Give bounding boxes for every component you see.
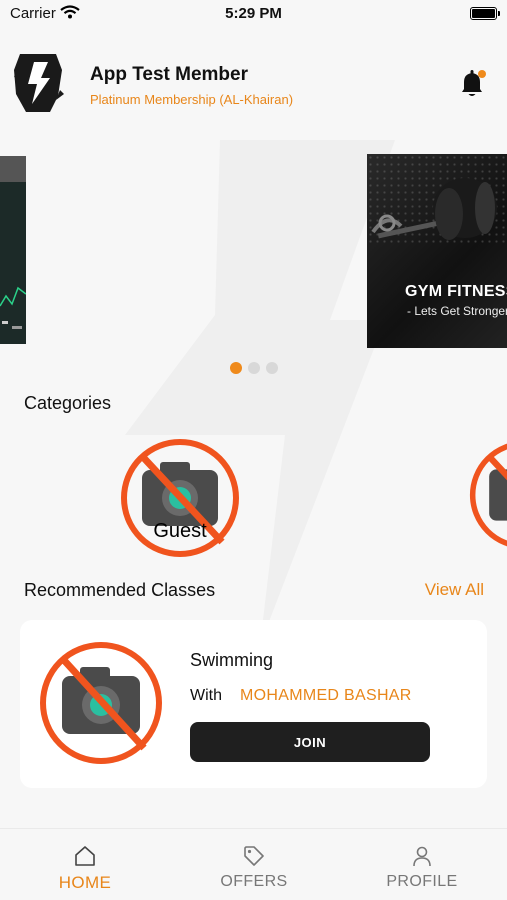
banner-chart-graphic — [0, 286, 26, 329]
tab-profile-label: PROFILE — [386, 873, 458, 890]
tab-offers-label: OFFERS — [220, 873, 288, 890]
tab-home[interactable]: HOME — [25, 829, 145, 900]
carousel-indicator[interactable] — [230, 362, 278, 374]
trainer-name: MOHAMMED BASHAR — [240, 687, 412, 704]
member-name: App Test Member — [90, 64, 249, 85]
class-card[interactable]: Swimming With MOHAMMED BASHAR JOIN — [20, 620, 487, 788]
banner-slide-previous[interactable] — [0, 156, 26, 344]
battery-icon — [470, 7, 500, 20]
status-bar: Carrier 5:29 PM — [0, 0, 507, 30]
tab-home-label: HOME — [58, 873, 112, 892]
banner-subtitle: - Lets Get Stronger — [407, 304, 507, 318]
categories-title: Categories — [24, 393, 112, 413]
recommended-title: Recommended Classes — [24, 580, 216, 600]
tag-icon — [244, 846, 264, 866]
category-guest[interactable]: Guest — [120, 438, 240, 558]
status-time: 5:29 PM — [225, 5, 282, 22]
join-button[interactable]: JOIN — [190, 722, 430, 762]
user-icon — [413, 846, 431, 867]
tab-profile[interactable]: PROFILE — [362, 829, 482, 900]
banner-slide-gym-fitness[interactable]: GYM FITNESS - Lets Get Stronger — [367, 154, 507, 348]
banner-title: GYM FITNESS — [405, 283, 507, 300]
gym-logo — [14, 54, 64, 112]
carousel-dot[interactable] — [266, 362, 278, 374]
carousel-dot[interactable] — [248, 362, 260, 374]
membership-label: Platinum Membership (AL-Khairan) — [90, 92, 294, 107]
tab-offers[interactable]: OFFERS — [194, 829, 314, 900]
class-name: Swimming — [190, 650, 274, 670]
home-icon — [75, 846, 95, 866]
bottom-tab-bar: HOME OFFERS PROFILE — [0, 828, 507, 900]
category-label: Guest — [153, 520, 207, 542]
no-image-placeholder-icon — [469, 443, 507, 547]
header: App Test Member Platinum Membership (AL-… — [0, 50, 507, 120]
dumbbell-graphic — [371, 178, 497, 240]
with-label: With — [190, 687, 222, 704]
view-all-link[interactable]: View All — [425, 580, 484, 600]
carousel-dot-active[interactable] — [230, 362, 242, 374]
category-next-partial[interactable] — [469, 440, 507, 550]
notification-bell-icon[interactable] — [458, 68, 488, 100]
no-image-placeholder-icon — [40, 642, 162, 764]
